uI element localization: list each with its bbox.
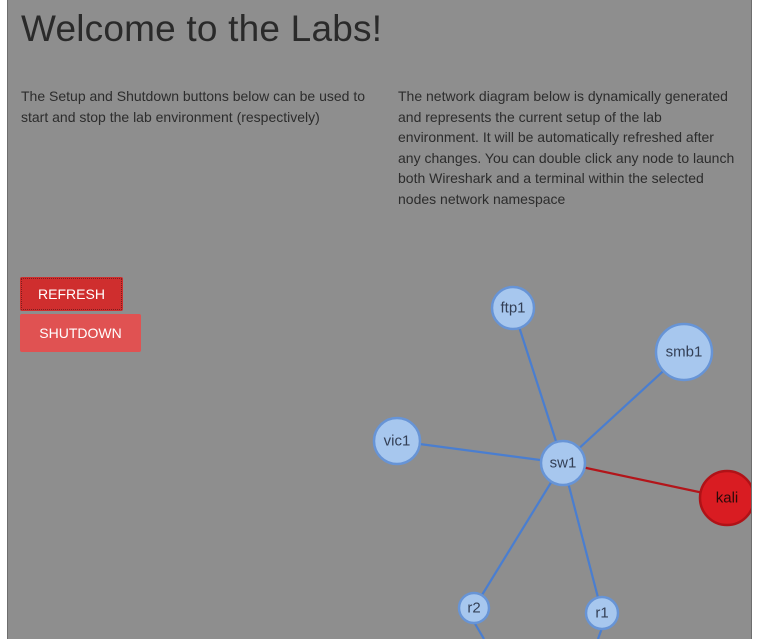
labs-panel: Welcome to the Labs! The Setup and Shutd… <box>7 0 752 639</box>
node-label-r1: r1 <box>595 605 608 622</box>
node-r2[interactable]: r2 <box>457 591 491 625</box>
edge-sw1-ftp1 <box>511 307 565 464</box>
node-label-smb1: smb1 <box>666 344 703 361</box>
node-smb1[interactable]: smb1 <box>654 322 714 382</box>
page-margin <box>0 0 7 639</box>
node-label-r2: r2 <box>467 600 480 617</box>
page-frame: Welcome to the Labs! The Setup and Shutd… <box>0 0 759 639</box>
node-r1[interactable]: r1 <box>584 595 620 631</box>
node-ftp1[interactable]: ftp1 <box>490 285 536 331</box>
edge-sw1-vic1 <box>396 439 564 465</box>
edge-sw1-r2 <box>473 462 564 609</box>
nodes-layer: sw1 ftp1 smb1 vic1 kali r2 r1 <box>372 285 752 631</box>
network-diagram[interactable]: sw1 ftp1 smb1 vic1 kali r2 r1 <box>8 0 752 639</box>
edge-offscreen-1 <box>473 621 485 639</box>
node-label-ftp1: ftp1 <box>500 300 525 317</box>
node-vic1[interactable]: vic1 <box>372 416 422 466</box>
node-kali[interactable]: kali <box>698 469 752 527</box>
node-sw1[interactable]: sw1 <box>539 439 587 487</box>
node-label-kali: kali <box>716 490 739 507</box>
node-label-vic1: vic1 <box>384 433 411 450</box>
node-label-sw1: sw1 <box>550 455 577 472</box>
